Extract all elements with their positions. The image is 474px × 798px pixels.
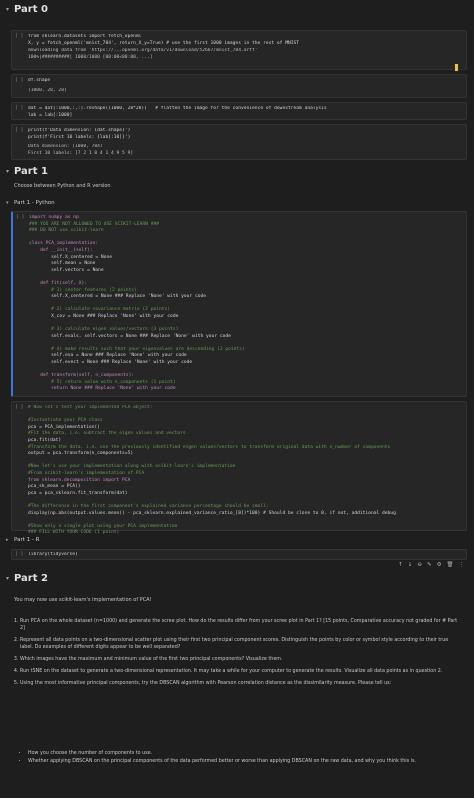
more-icon[interactable]: ⋮ [459,562,465,568]
code-line: #Now let's use your implementation along… [28,464,236,470]
heading-part0[interactable]: ▾ Part 0 [6,4,48,15]
list-item: Which images have the maximum and minimu… [20,656,460,663]
question-list: Run PCA on the whole dataset (n=1000) an… [20,618,460,692]
cell-output: Data dimension: (1000, 784) First 10 lab… [28,144,134,156]
cell-code[interactable]: from sklearn.datasets import fetch_openm… [28,34,458,47]
cell-output: (1000, 28, 28) [28,88,67,93]
code-line: from sklearn.decomposition import PCA [28,477,131,483]
code-line: def transform(self, n_components): [29,373,135,379]
code-line: pca_sk_mean = PCA() [28,484,81,490]
cell-code[interactable]: # Now let's test your implemented PCA ob… [28,405,458,537]
code-line: pca.fit(dat) [28,437,62,443]
move-down-icon[interactable]: ↓ [408,562,413,568]
move-up-icon[interactable]: ↑ [398,562,403,568]
chevron-down-icon[interactable]: ▾ [6,575,14,582]
chevron-right-icon[interactable]: ▸ [6,537,14,543]
code-cell-load[interactable]: [ ] from sklearn.datasets import fetch_o… [11,30,467,71]
code-line: #Fit the data, i.e. subtract the eigen v… [28,431,186,437]
code-line: self.mean = None [29,261,96,267]
part1-description: Choose between Python and R version [14,183,111,189]
code-line: self.vectors = None [29,267,104,273]
cell-code[interactable]: library(tidyverse) [28,552,458,559]
code-line: output = pca.transform(n_components=5) [28,451,134,457]
code-line: #The difference in the first component's… [28,503,269,509]
list-item: Represent all data points on a two-dimen… [20,637,460,651]
list-item: Whether applying DBSCAN on the principal… [28,758,458,765]
part2-intro: You may now use scikit-learn's implement… [14,597,152,603]
code-line: # 2) calculate covariance matrix (2 poin… [29,307,171,313]
code-line: ### FILL WITH YOUR CODE (1 point) [28,530,120,536]
heading-part1-python[interactable]: ▾ Part 1 - Python [6,200,55,206]
list-item: Run PCA on the whole dataset (n=1000) an… [20,618,460,632]
cell-toolbar[interactable]: ↑ ↓ ⊖ ✎ ⚙ 🗑 ⋮ [398,562,464,568]
chevron-down-icon[interactable]: ▾ [6,168,14,175]
cell-output: downloading data from 'https://...openml… [28,48,258,60]
scroll-marker [455,64,458,71]
heading-part1[interactable]: ▾ Part 1 [6,166,48,177]
code-line: self.X_centered = None ### Replace 'None… [29,294,207,300]
code-line: ### DO NOT use scikit-learn [29,228,104,234]
cell-code[interactable]: dat = dat[:1000,:,:].reshape((1000, 28*2… [28,106,458,119]
code-line: class PCA_implementation: [29,241,99,247]
cell-code[interactable]: print(f'Data dimension: {dat.shape}') pr… [28,128,458,141]
code-line: #Instantiate your PCA class [28,418,103,424]
code-line: pca = pca_sklearn.fit_transform(dat) [28,490,128,496]
list-item: How you choose the number of components … [28,750,458,757]
code-cell-r[interactable]: [ ] library(tidyverse) [11,549,467,560]
link-icon[interactable]: ⊖ [417,562,422,568]
code-cell-reshape[interactable]: [ ] dat = dat[:1000,:,:].reshape((1000, … [11,102,467,120]
code-line: # 3) calculate eigen values/vectors (3 p… [29,327,179,333]
list-item: Using the most informative principal com… [20,680,460,687]
code-cell-pca-class[interactable]: [ ] import numpy as np ### YOU ARE NOT AL… [11,211,467,397]
code-line: self.evect = None ### Replace 'None' wit… [29,360,193,366]
cell-code[interactable]: df.shape [28,78,458,85]
code-line: display(np.abs(output.values.mean() - pc… [28,510,396,516]
gear-icon[interactable]: ⚙ [437,562,442,568]
cell-prompt: [ ] [15,34,24,39]
code-cell-shape[interactable]: [ ] df.shape (1000, 28, 28) [11,74,467,98]
heading-part1-r[interactable]: ▸ Part 1 - R [6,537,39,543]
code-line: #From scikit-learn's implementation of P… [28,470,145,476]
code-line: import numpy as np [29,215,79,220]
cell-code[interactable]: import numpy as np ### YOU ARE NOT ALLOWE… [29,215,458,393]
chevron-down-icon[interactable]: ▾ [6,200,14,206]
list-item: Run tSNE on the dataset to generate a tw… [20,668,460,675]
code-line: def fit(self, X): [29,280,88,286]
code-line: # Now let's test your implemented PCA ob… [28,405,153,410]
chevron-down-icon[interactable]: ▾ [6,6,14,13]
code-line: return None ### Replace 'None' with your… [29,386,176,392]
delete-icon[interactable]: 🗑 [447,562,454,568]
edit-icon[interactable]: ✎ [427,562,432,568]
code-line: self.evals, self.vectors = None ### Repl… [29,333,231,339]
code-cell-pca-test[interactable]: [ ] # Now let's test your implemented PC… [11,401,467,535]
code-line: X_cov = None ### Replace 'None' with you… [29,313,179,319]
code-line: def __init__(self): [29,247,93,253]
code-cell-print[interactable]: [ ] print(f'Data dimension: {dat.shape}'… [11,124,467,160]
heading-part2[interactable]: ▾ Part 2 [6,573,48,584]
bullet-list: How you choose the number of components … [28,750,458,770]
